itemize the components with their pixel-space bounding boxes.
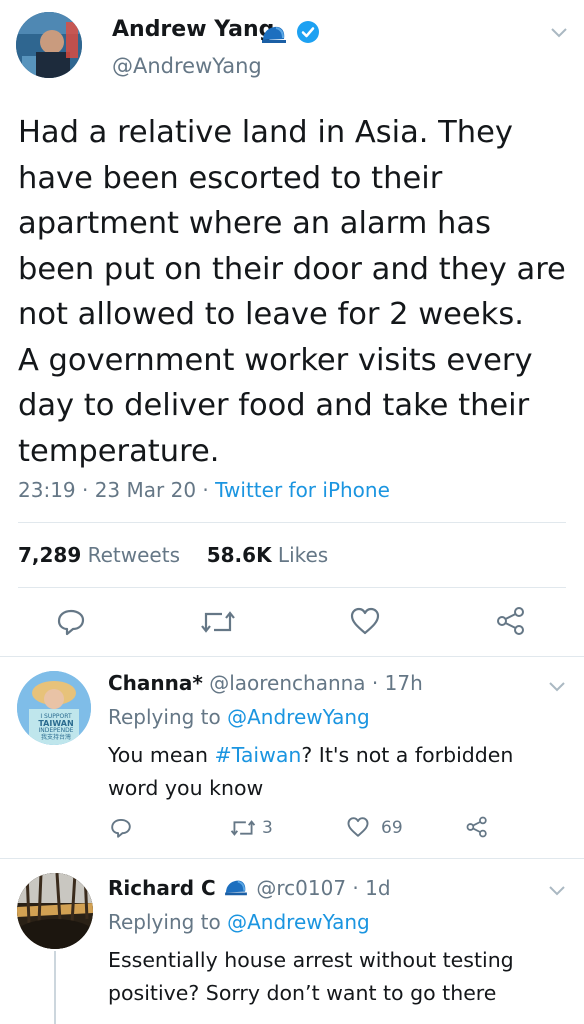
blue-cap-icon	[262, 26, 286, 43]
likes-stat[interactable]: 58.6K Likes	[207, 543, 329, 567]
avatar-shirt-line: INDEPENDE	[38, 727, 74, 734]
tweet-text-line: Had a relative land in Asia. They	[18, 115, 513, 150]
hashtag-link[interactable]: #Taiwan	[215, 743, 302, 767]
thread-line	[54, 951, 56, 1024]
reply-avatar-image	[17, 873, 93, 949]
reply-header: Channa* @laorenchanna · 17h	[108, 671, 423, 695]
divider	[18, 522, 566, 523]
avatar-shirt-line: TAIWAN	[38, 719, 74, 728]
reply-author-name[interactable]: Richard C	[108, 876, 216, 900]
share-icon[interactable]	[466, 816, 488, 838]
replying-to-prefix: Replying to	[108, 910, 228, 934]
author-avatar[interactable]	[16, 12, 82, 78]
tweet-text-line: have been escorted to their	[18, 160, 443, 196]
retweet-icon[interactable]	[200, 608, 236, 636]
tweet-meta: 23:19 · 23 Mar 20 · Twitter for iPhone	[18, 478, 390, 502]
chevron-down-icon[interactable]	[544, 880, 570, 900]
avatar-shirt-text: I SUPPORT TAIWAN INDEPENDE 我支持台灣	[35, 713, 77, 741]
reply-text-line: You mean #Taiwan? It's not a forbidden	[108, 739, 568, 772]
reply-avatar[interactable]: I SUPPORT TAIWAN INDEPENDE 我支持台灣	[17, 671, 91, 745]
reply-handle-time[interactable]: @rc0107 · 1d	[256, 876, 390, 900]
reply-icon[interactable]	[110, 817, 132, 839]
likes-label: Likes	[277, 543, 329, 567]
reply-text-line: word you know	[108, 776, 264, 800]
tweet-text-line: A government worker visits every	[18, 342, 533, 378]
chevron-down-icon[interactable]	[544, 676, 570, 696]
tweet-text: Had a relative land in Asia. They have b…	[18, 110, 578, 474]
replying-to-prefix: Replying to	[108, 705, 228, 729]
tweet-text-line: temperature.	[18, 433, 220, 469]
author-name[interactable]: Andrew Yang	[112, 17, 274, 42]
blue-cap-icon	[225, 880, 247, 896]
like-count: 69	[381, 818, 403, 838]
reply-icon[interactable]	[56, 607, 86, 637]
reply-author-name[interactable]: Channa*	[108, 671, 203, 695]
heart-icon[interactable]	[346, 816, 370, 838]
verified-badge-icon	[297, 21, 319, 43]
reply-text-line: Essentially house arrest without testing	[108, 948, 514, 972]
replying-to: Replying to @AndrewYang	[108, 910, 370, 934]
reply-text: You mean #Taiwan? It's not a forbidden w…	[108, 739, 568, 805]
likes-count: 58.6K	[206, 543, 272, 567]
retweet-icon[interactable]	[230, 818, 256, 838]
chevron-down-icon[interactable]	[546, 22, 572, 42]
tweet-text-line: not allowed to leave for 2 weeks.	[18, 297, 524, 332]
divider	[0, 858, 584, 859]
tweet-timestamp: 23:19 · 23 Mar 20 ·	[18, 478, 216, 502]
share-icon[interactable]	[496, 606, 526, 636]
retweets-label: Retweets	[87, 543, 180, 567]
reply-text: Essentially house arrest without testing…	[108, 944, 578, 1010]
tweet-text-line: been put on their door and they are	[18, 251, 566, 287]
divider	[18, 587, 566, 588]
tweet-stats: 7,289 Retweets 58.6K Likes	[18, 543, 328, 567]
replying-to: Replying to @AndrewYang	[108, 705, 370, 729]
avatar-shirt-line: 我支持台灣	[40, 734, 71, 741]
reply-header: Richard C @rc0107 · 1d	[108, 876, 391, 900]
author-avatar-image	[16, 12, 82, 78]
reply-text-before: You mean	[108, 743, 215, 767]
retweets-stat[interactable]: 7,289 Retweets	[18, 543, 186, 567]
retweets-count: 7,289	[18, 543, 82, 567]
tweet-text-line: apartment where an alarm has	[18, 206, 491, 241]
replying-to-link[interactable]: @AndrewYang	[227, 705, 370, 729]
reply-handle-time[interactable]: @laorenchanna · 17h	[209, 671, 423, 695]
heart-icon[interactable]	[349, 606, 381, 636]
replying-to-link[interactable]: @AndrewYang	[227, 910, 370, 934]
reply-text-after: ? It's not a forbidden	[301, 743, 514, 767]
author-handle[interactable]: @AndrewYang	[112, 54, 262, 78]
reply-avatar[interactable]	[17, 873, 93, 949]
retweet-count: 3	[262, 818, 273, 838]
tweet-source-link[interactable]: Twitter for iPhone	[215, 478, 390, 502]
tweet-text-line: day to deliver food and take their	[18, 388, 530, 423]
divider	[0, 656, 584, 657]
reply-text-line: positive? Sorry don’t want to go there	[108, 981, 497, 1005]
